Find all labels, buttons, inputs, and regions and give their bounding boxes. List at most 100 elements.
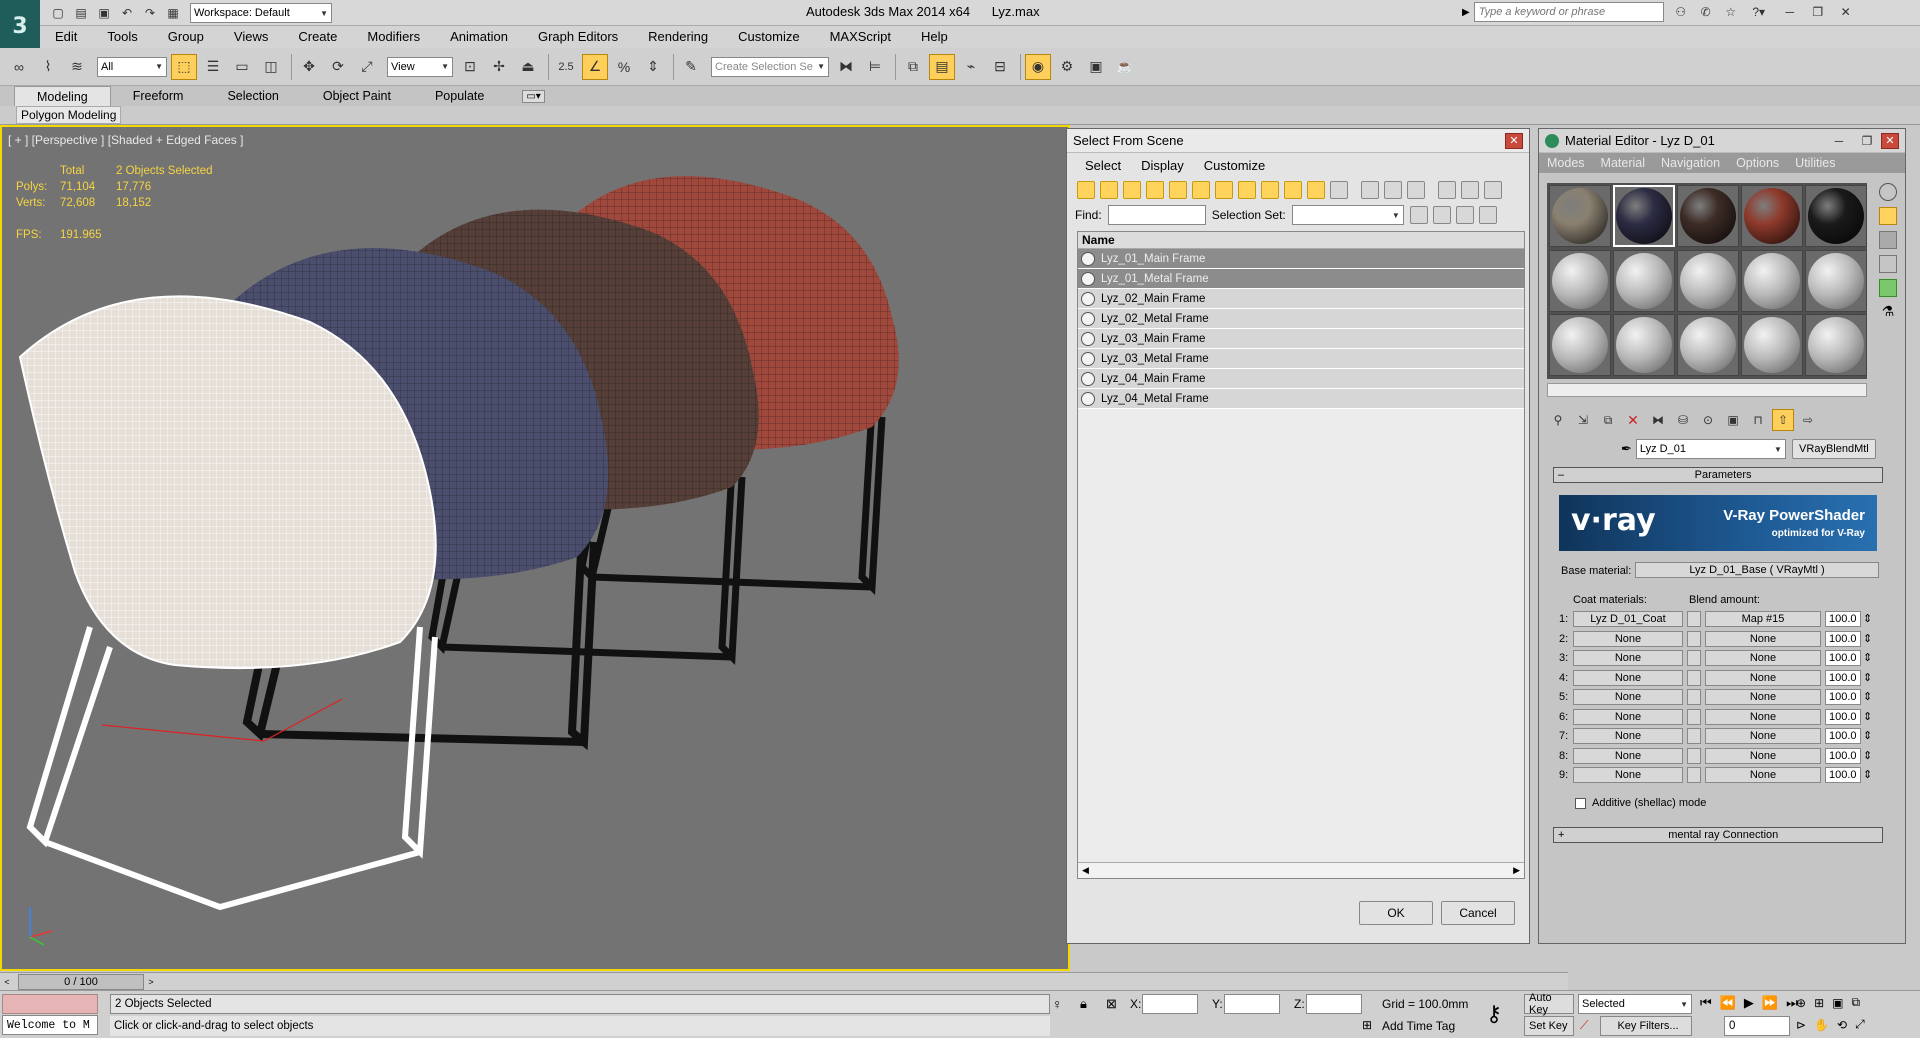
- display-invert-icon[interactable]: [1407, 181, 1425, 199]
- coat-material-button[interactable]: None: [1573, 767, 1683, 783]
- material-editor-title-bar[interactable]: Material Editor - Lyz D_01 ─ ❐ ✕: [1539, 129, 1905, 153]
- list-item[interactable]: Lyz_02_Main Frame: [1078, 289, 1524, 309]
- window-crossing-icon[interactable]: ◫: [258, 54, 284, 80]
- horizontal-scrollbar[interactable]: ◀ ▶: [1078, 862, 1524, 878]
- blend-amount-spinner[interactable]: 100.0: [1825, 747, 1861, 764]
- coat-material-button[interactable]: None: [1573, 708, 1683, 725]
- find-input[interactable]: [1107, 205, 1206, 225]
- display-helpers-icon[interactable]: [1169, 181, 1187, 199]
- go-to-parent-icon[interactable]: ⇧: [1772, 409, 1794, 431]
- make-unique-icon[interactable]: ⧓: [1647, 409, 1669, 431]
- render-production-icon[interactable]: ☕: [1112, 54, 1138, 80]
- mental-ray-rollout-header[interactable]: + mental ray Connection: [1553, 827, 1883, 843]
- reset-map-icon[interactable]: ✕: [1622, 409, 1644, 431]
- key-mode-dropdown[interactable]: Selected ▼: [1578, 994, 1692, 1014]
- minimize-icon[interactable]: ─: [1776, 3, 1804, 21]
- default-in-out-tangent-icon[interactable]: ⟋: [1580, 1018, 1588, 1033]
- time-slider-track[interactable]: < 0 / 100 >: [0, 972, 1568, 990]
- coat-material-button[interactable]: Lyz D_01_Coat: [1573, 611, 1683, 627]
- scene-explorer-icon[interactable]: ▤: [929, 53, 955, 80]
- display-frozen-icon[interactable]: [1307, 181, 1325, 199]
- material-menu-navigation[interactable]: Navigation: [1653, 156, 1728, 170]
- coat-enable-toggle[interactable]: [1687, 630, 1701, 647]
- parameters-rollout-header[interactable]: – Parameters: [1553, 467, 1883, 483]
- edit-named-selection-icon[interactable]: ✎: [678, 54, 704, 80]
- help-search-input[interactable]: [1473, 2, 1664, 22]
- zoom-all-icon[interactable]: ⊞: [1814, 996, 1824, 1010]
- spinner-arrows-icon[interactable]: ⇕: [1863, 612, 1872, 625]
- coat-material-button[interactable]: None: [1573, 728, 1683, 744]
- menu-animation[interactable]: Animation: [435, 26, 523, 48]
- blend-amount-spinner[interactable]: 100.0: [1825, 689, 1861, 705]
- menu-views[interactable]: Views: [219, 26, 283, 48]
- material-menu-modes[interactable]: Modes: [1539, 156, 1593, 170]
- display-containers-icon[interactable]: [1284, 181, 1302, 199]
- polygon-modeling-panel[interactable]: Polygon Modeling: [16, 106, 122, 124]
- uv-tiling-icon[interactable]: [1879, 255, 1897, 273]
- scene-object-list[interactable]: Name Lyz_01_Main Frame Lyz_01_Metal Frame…: [1077, 231, 1525, 879]
- select-by-name-icon[interactable]: ☰: [200, 54, 226, 80]
- communication-center-icon[interactable]: ✆: [1695, 2, 1717, 22]
- blend-amount-spinner[interactable]: 100.0: [1825, 611, 1861, 627]
- coat-enable-toggle[interactable]: [1687, 747, 1701, 764]
- blend-map-button[interactable]: None: [1705, 767, 1821, 783]
- show-shaded-material-icon[interactable]: ▣: [1722, 409, 1744, 431]
- material-type-button[interactable]: VRayBlendMtl: [1791, 439, 1876, 459]
- set-key-mode-icon[interactable]: ⚷: [1486, 1001, 1502, 1027]
- material-menu-utilities[interactable]: Utilities: [1787, 156, 1843, 170]
- pick-material-eyedropper-icon[interactable]: ✒: [1621, 441, 1632, 457]
- coat-enable-toggle[interactable]: [1687, 689, 1701, 705]
- spinner-snap-icon[interactable]: ⇕: [640, 54, 666, 80]
- restore-icon[interactable]: ❐: [1853, 132, 1881, 150]
- layer-manager-icon[interactable]: ⧉: [900, 54, 926, 80]
- dialog-menu-customize[interactable]: Customize: [1194, 158, 1275, 173]
- blend-map-button[interactable]: None: [1705, 708, 1821, 725]
- zoom-extents-all-icon[interactable]: ⧉: [1851, 995, 1860, 1010]
- sample-slot[interactable]: [1613, 185, 1675, 247]
- tab-modeling[interactable]: Modeling: [14, 85, 111, 107]
- unlink-icon[interactable]: ⌇: [35, 54, 61, 80]
- list-item[interactable]: Lyz_01_Main Frame: [1078, 249, 1524, 269]
- sample-slot[interactable]: [1677, 249, 1739, 312]
- coat-material-button[interactable]: None: [1573, 650, 1683, 666]
- ribbon-options-icon[interactable]: ▭▾: [522, 89, 545, 103]
- next-frame-icon[interactable]: ⏩: [1762, 995, 1778, 1011]
- menu-graph-editors[interactable]: Graph Editors: [523, 26, 633, 48]
- pivot-center-icon[interactable]: ⊡: [457, 54, 483, 80]
- x-coord-input[interactable]: [1142, 994, 1198, 1014]
- snaps-toggle-icon[interactable]: 2.5: [553, 54, 579, 80]
- put-to-scene-icon[interactable]: ⇲: [1572, 409, 1594, 431]
- blend-amount-spinner[interactable]: 100.0: [1825, 669, 1861, 686]
- coat-enable-toggle[interactable]: [1687, 728, 1701, 744]
- workspace-dropdown[interactable]: Workspace: Default ▼: [190, 3, 332, 23]
- blend-map-button[interactable]: None: [1705, 650, 1821, 666]
- column-header-name[interactable]: Name: [1078, 232, 1524, 249]
- material-editor-icon[interactable]: ◉: [1025, 53, 1051, 80]
- open-file-icon[interactable]: ▤: [71, 3, 91, 23]
- close-icon[interactable]: ✕: [1881, 132, 1899, 149]
- sample-slot[interactable]: [1805, 249, 1867, 312]
- absolute-transform-icon[interactable]: ⊠: [1106, 996, 1117, 1012]
- put-to-library-icon[interactable]: ⛁: [1672, 409, 1694, 431]
- favorites-star-icon[interactable]: ☆: [1720, 2, 1742, 22]
- slots-hscrollbar[interactable]: [1547, 383, 1867, 397]
- filter-icon[interactable]: [1438, 181, 1456, 199]
- blend-amount-spinner[interactable]: 100.0: [1825, 728, 1861, 744]
- dialog-menu-select[interactable]: Select: [1075, 158, 1131, 173]
- make-preview-icon[interactable]: ⚗: [1882, 303, 1895, 320]
- show-end-result-icon[interactable]: ⊓: [1747, 409, 1769, 431]
- video-color-check-icon[interactable]: [1879, 279, 1897, 297]
- infocenter-arrow-icon[interactable]: ▶: [1462, 7, 1470, 18]
- list-item[interactable]: Lyz_02_Metal Frame: [1078, 309, 1524, 329]
- create-selection-set-icon[interactable]: [1409, 206, 1428, 224]
- sample-slot[interactable]: [1741, 314, 1803, 377]
- coat-material-button[interactable]: None: [1573, 747, 1683, 764]
- coat-enable-toggle[interactable]: [1687, 767, 1701, 783]
- menu-modifiers[interactable]: Modifiers: [352, 26, 435, 48]
- named-selection-set-dropdown[interactable]: Create Selection Se ▼: [711, 56, 829, 77]
- move-icon[interactable]: ✥: [296, 54, 322, 80]
- display-cameras-icon[interactable]: [1146, 181, 1164, 199]
- 3dsmax-logo-icon[interactable]: 3: [0, 0, 40, 52]
- rendered-frame-window-icon[interactable]: ▣: [1083, 54, 1109, 80]
- display-none-icon[interactable]: [1384, 181, 1402, 199]
